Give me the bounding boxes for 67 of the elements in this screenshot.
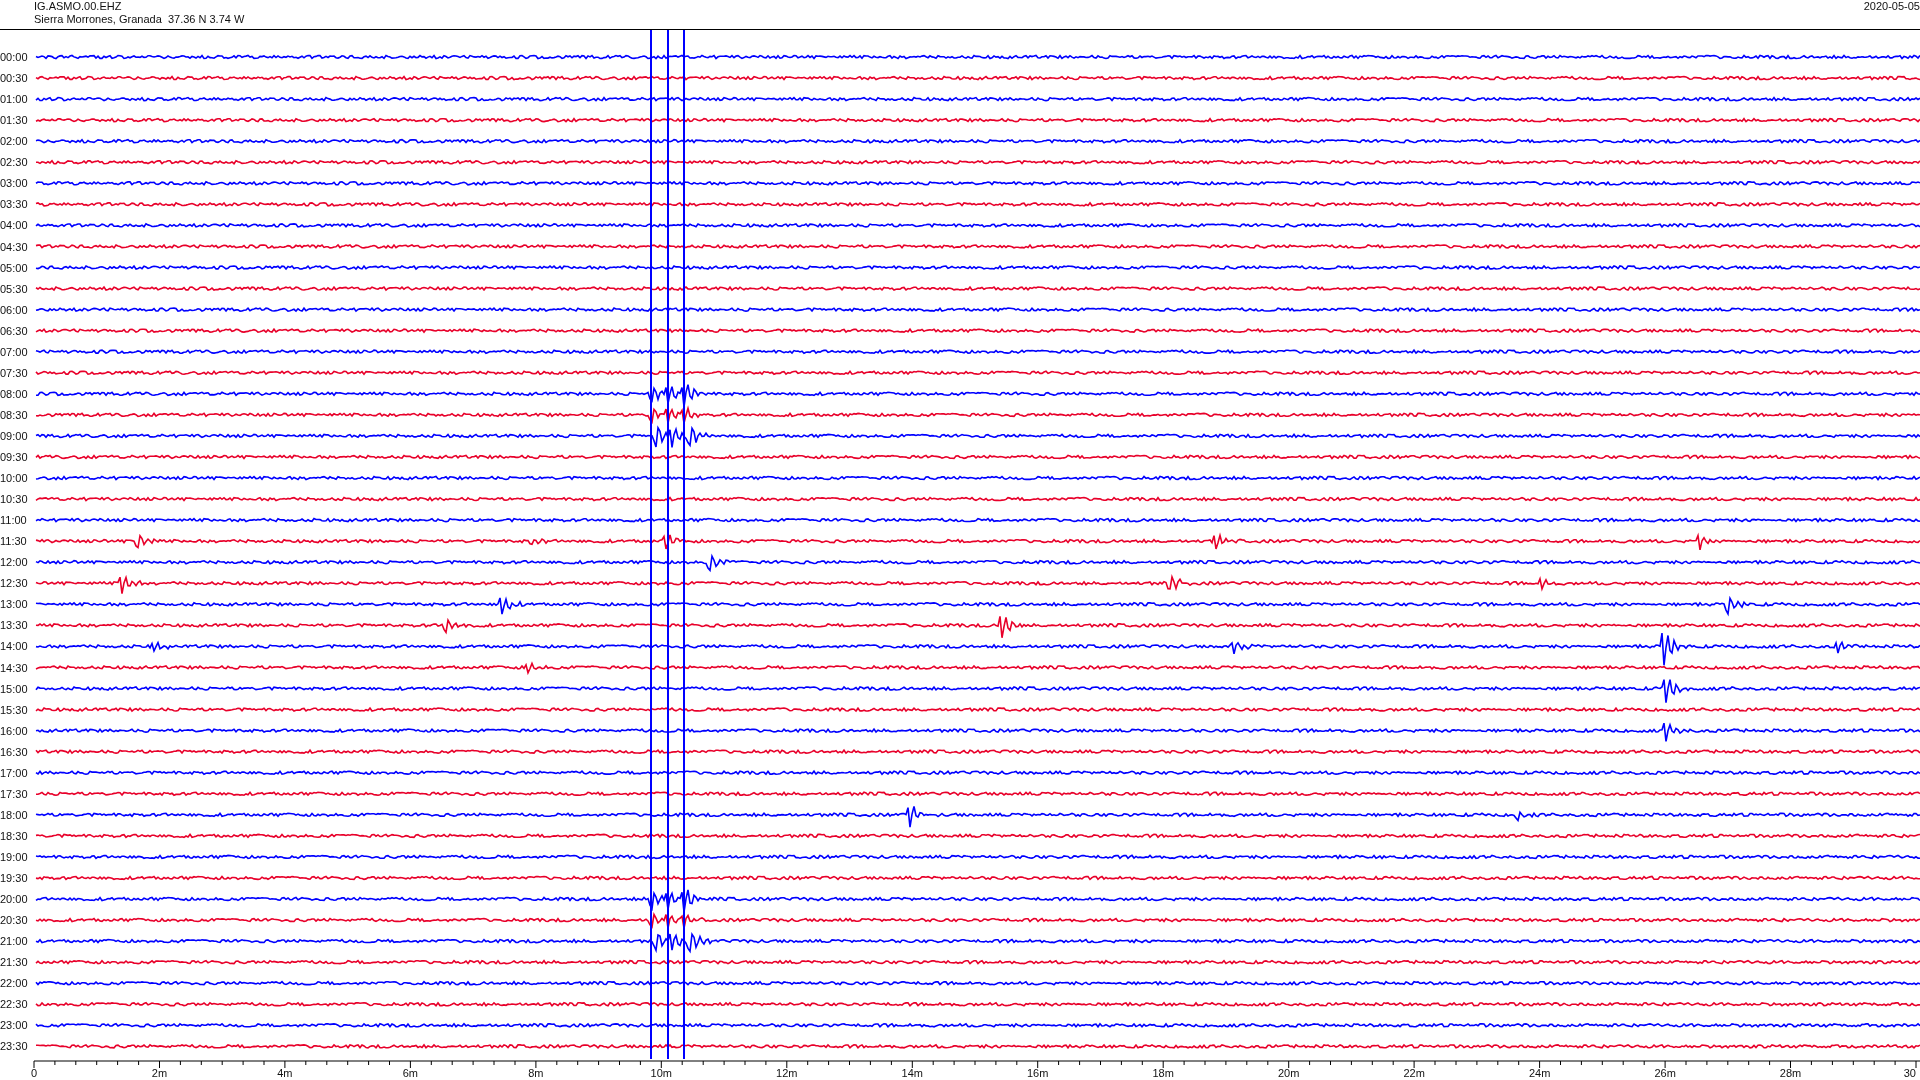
time-label: 17:30: [0, 787, 28, 800]
time-label: 12:30: [0, 577, 28, 590]
time-label: 23:30: [0, 1040, 28, 1053]
time-label: 04:30: [0, 240, 28, 253]
axis-label: 6m: [402, 1067, 419, 1079]
time-label: 12:00: [0, 556, 28, 569]
time-label: 17:00: [0, 766, 28, 779]
time-label: 04:00: [0, 219, 28, 232]
time-label: 09:00: [0, 429, 28, 442]
time-label: 09:30: [0, 450, 28, 463]
time-label: 10:30: [0, 493, 28, 506]
time-label: 11:00: [0, 514, 27, 527]
time-label: 22:30: [0, 998, 28, 1011]
axis-label: 26m: [1654, 1067, 1676, 1079]
time-label: 02:00: [0, 135, 28, 148]
time-label: 03:00: [0, 177, 28, 190]
time-label: 08:00: [0, 387, 28, 400]
axis-label: 0: [31, 1067, 38, 1079]
time-label: 23:00: [0, 1019, 28, 1032]
time-label: 00:30: [0, 72, 28, 84]
time-label: 14:30: [0, 661, 28, 674]
axis-label: 22m: [1403, 1067, 1425, 1079]
time-label: 05:30: [0, 282, 28, 295]
axis-label: 18m: [1152, 1067, 1174, 1079]
time-label: 15:30: [0, 703, 28, 716]
time-label: 01:00: [0, 93, 28, 106]
time-label: 02:30: [0, 156, 28, 169]
time-label: 03:30: [0, 198, 28, 211]
axis-label: 28m: [1779, 1067, 1802, 1079]
axis-label: 24m: [1528, 1067, 1551, 1079]
time-label: 06:00: [0, 303, 28, 316]
axis-label: 10m: [650, 1067, 672, 1079]
time-label: 19:00: [0, 850, 28, 863]
station-location: Sierra Morrones, Granada 37.36 N 3.74 W: [34, 13, 245, 26]
time-label: 18:30: [0, 829, 28, 842]
axis-label: 16m: [1027, 1067, 1049, 1079]
time-label: 18:00: [0, 808, 28, 821]
time-label: 13:30: [0, 619, 28, 632]
time-label: 11:30: [0, 535, 27, 548]
time-label: 07:00: [0, 345, 28, 358]
time-label: 06:30: [0, 324, 28, 337]
axis-label: 30: [1903, 1067, 1916, 1079]
time-label: 16:30: [0, 745, 28, 758]
axis-label: 4m: [277, 1067, 293, 1079]
time-label: 07:30: [0, 366, 28, 379]
time-label: 15:00: [0, 682, 28, 695]
axis-label: 2m: [151, 1067, 168, 1079]
time-label: 21:00: [0, 935, 28, 948]
axis-label: 14m: [901, 1067, 923, 1079]
time-label: 13:00: [0, 598, 28, 611]
time-label: 20:00: [0, 893, 28, 905]
time-label: 14:00: [0, 640, 28, 653]
axis-label: 20m: [1278, 1067, 1300, 1079]
time-label: 19:30: [0, 872, 28, 884]
time-label: 20:30: [0, 914, 28, 927]
time-label: 16:00: [0, 724, 28, 737]
axis-label: 12m: [776, 1067, 798, 1079]
time-label: 08:30: [0, 408, 28, 421]
axis-label: 8m: [528, 1067, 544, 1079]
time-label: 05:00: [0, 261, 28, 274]
date-label: 2020-05-05: [1863, 0, 1920, 14]
time-label: 21:30: [0, 956, 28, 969]
time-label: 00:00: [0, 51, 28, 63]
time-label: 10:00: [0, 472, 28, 484]
time-label: 22:00: [0, 977, 28, 990]
station-code: IG.ASMO.00.EHZ: [34, 0, 123, 13]
time-label: 01:30: [0, 114, 28, 127]
